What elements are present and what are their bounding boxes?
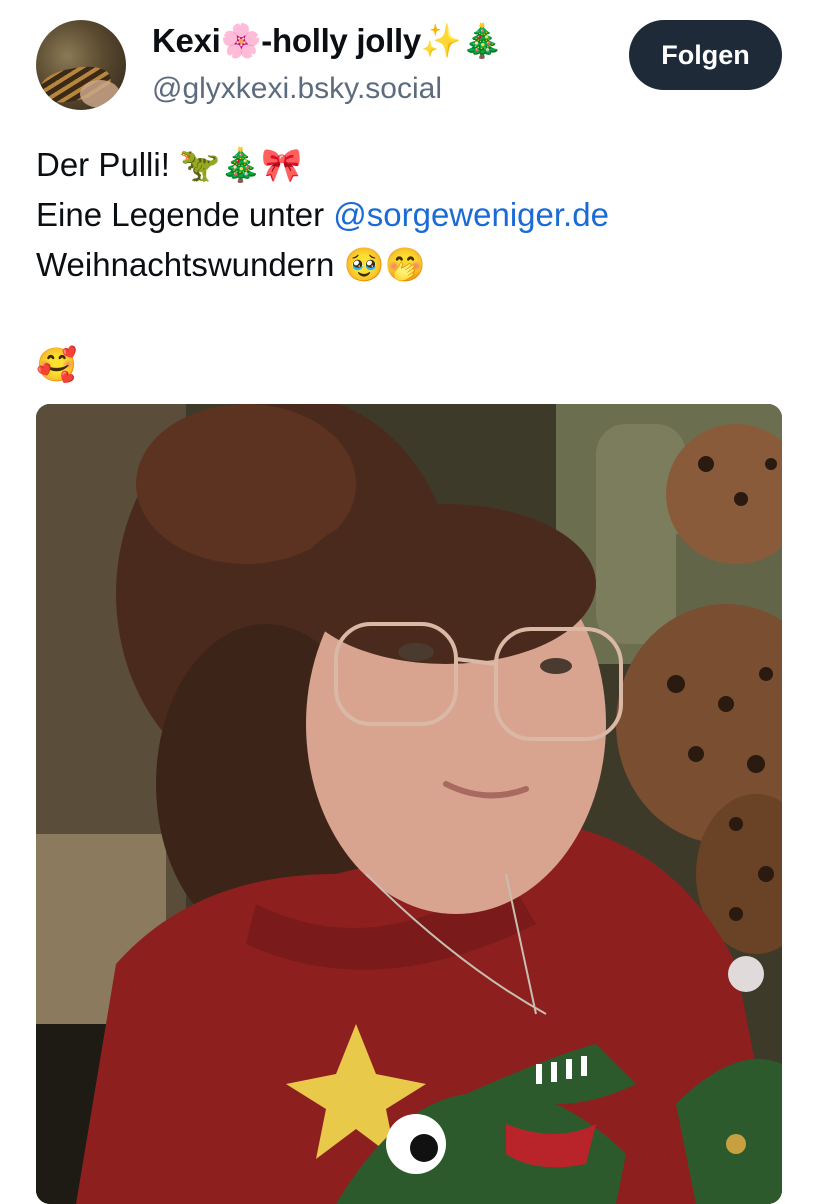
avatar-face xyxy=(80,80,120,108)
author-avatar[interactable] xyxy=(36,20,126,110)
post-text-blank-line xyxy=(36,290,796,340)
author-display-name[interactable]: Kexi🌸-holly jolly✨🎄 xyxy=(152,22,503,61)
mention-link[interactable]: @sorgeweniger.de xyxy=(333,196,609,233)
author-handle[interactable]: @glyxkexi.bsky.social xyxy=(152,72,442,106)
photo-selfie-illustration xyxy=(36,404,782,1204)
post-card: Kexi🌸-holly jolly✨🎄 @glyxkexi.bsky.socia… xyxy=(0,0,817,1204)
post-image[interactable] xyxy=(36,404,782,1204)
post-text-line-2: Eine Legende unter @sorgeweniger.de xyxy=(36,190,796,240)
post-text: Der Pulli! 🦖🎄🎀 Eine Legende unter @sorge… xyxy=(36,140,796,390)
post-text-line-3: Weihnachtswundern 🥹🤭 xyxy=(36,246,426,283)
follow-button[interactable]: Folgen xyxy=(629,20,782,90)
post-text-line-4: 🥰 xyxy=(36,346,78,383)
post-text-line-1: Der Pulli! 🦖🎄🎀 xyxy=(36,146,303,183)
post-text-line-2-prefix: Eine Legende unter xyxy=(36,196,334,233)
